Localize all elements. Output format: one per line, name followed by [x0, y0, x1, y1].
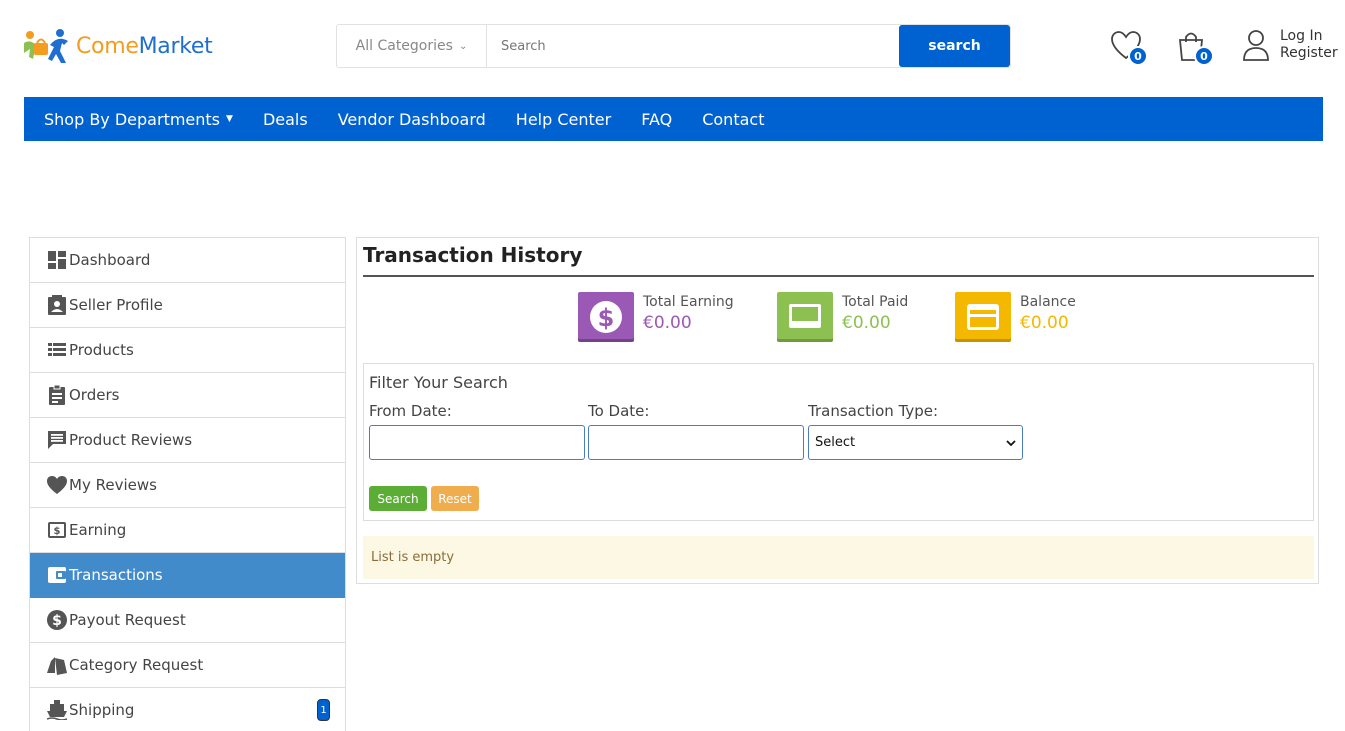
filter-search-button[interactable]: Search — [369, 486, 427, 511]
logo-text: ComeMarket — [76, 33, 213, 59]
sidebar-item-shipping[interactable]: Shipping 1 — [30, 688, 345, 731]
nav-help-center[interactable]: Help Center — [516, 110, 611, 129]
login-link[interactable]: Log In — [1280, 28, 1338, 45]
comment-icon — [47, 430, 67, 450]
transaction-type-select[interactable]: Select — [808, 425, 1023, 460]
list-icon — [47, 340, 67, 360]
sidebar-item-label: Category Request — [69, 656, 204, 674]
dollar-circle-icon: $ — [47, 610, 67, 630]
filter-title: Filter Your Search — [369, 373, 508, 392]
account-area: Log In Register — [1242, 28, 1338, 62]
stat-label: Balance — [1020, 294, 1076, 310]
user-icon — [1243, 30, 1269, 61]
stat-value: €0.00 — [643, 313, 692, 333]
nav-contact[interactable]: Contact — [702, 110, 764, 129]
from-date-input[interactable] — [369, 425, 585, 460]
sidebar-item-earning[interactable]: $ Earning — [30, 508, 345, 553]
stat-label: Total Earning — [643, 294, 734, 310]
sidebar-item-label: Product Reviews — [69, 431, 193, 449]
ship-icon — [47, 700, 67, 720]
search-button[interactable]: search — [899, 25, 1010, 67]
transaction-type-value: Select — [815, 435, 856, 450]
logo-text-come: Come — [76, 33, 139, 59]
sidebar-item-dashboard[interactable]: Dashboard — [30, 238, 345, 283]
nav-deals[interactable]: Deals — [263, 110, 308, 129]
main-nav: Shop By Departments ▼ Deals Vendor Dashb… — [24, 97, 1323, 141]
sidebar-item-label: Products — [69, 341, 134, 359]
profile-card-icon — [47, 295, 67, 315]
sidebar-item-category-request[interactable]: Category Request — [30, 643, 345, 688]
tags-icon — [47, 655, 67, 675]
logo-icon — [24, 29, 68, 63]
sidebar-item-label: Shipping — [69, 701, 135, 719]
chevron-down-icon: ⌄ — [458, 40, 468, 52]
category-select[interactable]: All Categories ⌄ — [337, 25, 487, 67]
stat-value: €0.00 — [842, 313, 891, 333]
nav-label: Shop By Departments — [44, 109, 221, 129]
caret-down-icon: ▼ — [226, 114, 233, 124]
sidebar-item-products[interactable]: Products — [30, 328, 345, 373]
sidebar-item-payout-request[interactable]: $ Payout Request — [30, 598, 345, 643]
svg-text:$: $ — [52, 613, 62, 629]
nav-vendor-dashboard[interactable]: Vendor Dashboard — [338, 110, 486, 129]
category-select-value: All Categories — [355, 38, 453, 54]
sidebar-item-orders[interactable]: Orders — [30, 373, 345, 418]
transaction-history-panel: Transaction History $ Total Earning €0.0… — [356, 237, 1319, 584]
sidebar-item-label: Payout Request — [69, 611, 186, 629]
empty-list-alert: List is empty — [363, 536, 1314, 579]
sidebar-item-seller-profile[interactable]: Seller Profile — [30, 283, 345, 328]
dashboard-icon — [47, 250, 67, 270]
stat-balance: Balance €0.00 — [955, 292, 1076, 342]
svg-text:$: $ — [598, 304, 615, 332]
account-links: Log In Register — [1280, 28, 1338, 62]
search-input[interactable] — [487, 25, 899, 67]
credit-card-icon — [955, 292, 1011, 342]
sidebar-item-transactions[interactable]: Transactions — [30, 553, 345, 598]
wallet-icon — [47, 565, 67, 585]
sidebar-item-label: Seller Profile — [69, 296, 163, 314]
nav-faq[interactable]: FAQ — [641, 110, 672, 129]
logo-text-market: Market — [138, 33, 213, 59]
sidebar-item-label: Earning — [69, 521, 127, 539]
heart-icon — [47, 475, 67, 495]
sidebar-item-product-reviews[interactable]: Product Reviews — [30, 418, 345, 463]
sidebar-item-my-reviews[interactable]: My Reviews — [30, 463, 345, 508]
transaction-type-label: Transaction Type: — [808, 402, 939, 420]
cart-button[interactable]: 0 — [1176, 30, 1214, 66]
to-date-input[interactable] — [588, 425, 804, 460]
laptop-icon — [777, 292, 833, 342]
search-bar: All Categories ⌄ search — [336, 24, 1011, 68]
wishlist-count-badge: 0 — [1128, 46, 1148, 66]
nav-shop-by-departments[interactable]: Shop By Departments ▼ — [44, 110, 233, 129]
clipboard-icon — [47, 385, 67, 405]
site-logo[interactable]: ComeMarket — [20, 27, 213, 65]
register-link[interactable]: Register — [1280, 45, 1338, 62]
shipping-count-badge: 1 — [317, 699, 330, 721]
to-date-label: To Date: — [588, 402, 650, 420]
filter-form: Filter Your Search From Date: To Date: T… — [363, 363, 1314, 521]
filter-reset-button[interactable]: Reset — [431, 486, 479, 511]
svg-text:$: $ — [54, 526, 61, 537]
stat-total-paid: Total Paid €0.00 — [777, 292, 908, 342]
stat-value: €0.00 — [1020, 313, 1069, 333]
cart-count-badge: 0 — [1194, 46, 1214, 66]
from-date-label: From Date: — [369, 402, 452, 420]
wishlist-button[interactable]: 0 — [1110, 30, 1148, 66]
dollar-circle-icon: $ — [578, 292, 634, 342]
vendor-sidebar: Dashboard Seller Profile Products Orders… — [29, 237, 346, 731]
sidebar-item-label: Dashboard — [69, 251, 151, 269]
money-icon: $ — [47, 520, 67, 540]
stat-total-earning: $ Total Earning €0.00 — [578, 292, 734, 342]
page-title: Transaction History — [363, 243, 1314, 277]
chevron-down-icon — [1006, 439, 1016, 446]
stat-label: Total Paid — [842, 294, 909, 310]
sidebar-item-label: Orders — [69, 386, 120, 404]
sidebar-item-label: My Reviews — [69, 476, 157, 494]
sidebar-item-label: Transactions — [69, 566, 163, 584]
